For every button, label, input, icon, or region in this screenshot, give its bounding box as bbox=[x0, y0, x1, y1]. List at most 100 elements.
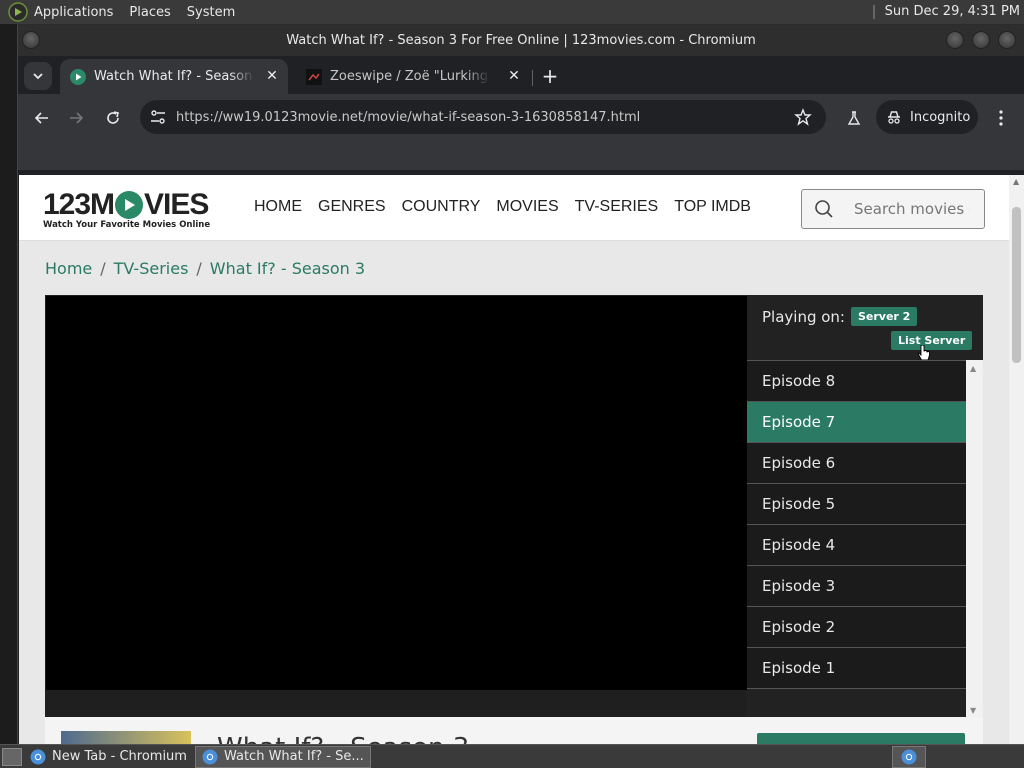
desktop-left-strip bbox=[0, 24, 18, 744]
bookmark-bar bbox=[18, 142, 1024, 170]
taskbar-item-label: Watch What If? - Se... bbox=[223, 749, 364, 764]
close-window-icon[interactable] bbox=[998, 31, 1016, 49]
breadcrumb-tv-series[interactable]: TV-Series bbox=[114, 259, 189, 278]
top-panel: Applications Places System Sun Dec 29, 4… bbox=[0, 0, 1024, 24]
poster-thumbnail[interactable] bbox=[61, 731, 191, 744]
player-container: Playing on: Server 2 List Server Episode… bbox=[45, 295, 983, 717]
search-placeholder: Search movies o bbox=[854, 200, 970, 218]
tab-strip: Watch What If? - Season 3 For Free Onlin… bbox=[18, 56, 1024, 94]
episode-list-scrollbar[interactable]: ▲ ▼ bbox=[966, 360, 983, 717]
nav-top-imdb[interactable]: TOP IMDB bbox=[674, 198, 751, 216]
scroll-up-icon[interactable]: ▲ bbox=[1013, 177, 1019, 186]
site-logo[interactable]: 123M VIES Watch Your Favorite Movies Onl… bbox=[43, 188, 210, 230]
episode-item[interactable]: Episode 6 bbox=[747, 443, 966, 484]
incognito-label: Incognito bbox=[910, 109, 971, 125]
more-vert-icon bbox=[999, 110, 1003, 126]
nav-movies[interactable]: MOVIES bbox=[496, 198, 558, 216]
menu-button[interactable] bbox=[989, 106, 1013, 130]
taskbar-item-label: New Tab - Chromium bbox=[52, 749, 187, 764]
episode-item[interactable]: Episode 2 bbox=[747, 607, 966, 648]
scroll-up-icon[interactable]: ▲ bbox=[970, 364, 976, 373]
incognito-button[interactable]: Incognito bbox=[876, 100, 978, 134]
playing-on: Playing on: Server 2 bbox=[762, 307, 918, 326]
episode-item-active[interactable]: Episode 7 bbox=[747, 402, 966, 443]
play-favicon-icon bbox=[70, 68, 86, 85]
episode-item[interactable]: Episode 1 bbox=[747, 648, 966, 689]
nav-country[interactable]: COUNTRY bbox=[402, 198, 481, 216]
breadcrumb-separator: / bbox=[100, 259, 106, 278]
bottom-taskbar: New Tab - Chromium Watch What If? - Se..… bbox=[0, 744, 1024, 768]
applications-menu[interactable]: Applications bbox=[34, 5, 121, 20]
taskbar-item-watch-what-if[interactable]: Watch What If? - Se... bbox=[194, 745, 371, 768]
episode-item[interactable]: Episode 8 bbox=[747, 361, 966, 402]
minimize-icon[interactable] bbox=[946, 31, 964, 49]
nav-genres[interactable]: GENRES bbox=[318, 198, 386, 216]
tab-search-button[interactable] bbox=[24, 62, 52, 90]
episode-sidebar: Playing on: Server 2 List Server Episode… bbox=[747, 295, 983, 717]
scroll-down-icon[interactable]: ▼ bbox=[970, 706, 976, 715]
show-desktop-icon[interactable] bbox=[2, 747, 22, 766]
tab-separator bbox=[532, 70, 533, 86]
tab-title: Watch What If? - Season 3 For Free Onlin… bbox=[94, 69, 254, 84]
places-menu[interactable]: Places bbox=[129, 5, 178, 20]
movie-info-section: What If? - Season 3 bbox=[45, 717, 983, 744]
chromium-icon bbox=[901, 749, 917, 765]
forward-button[interactable] bbox=[64, 106, 88, 130]
back-button[interactable] bbox=[30, 106, 54, 130]
search-input[interactable]: Search movies o bbox=[801, 189, 985, 229]
episode-list: Episode 8 Episode 7 Episode 6 Episode 5 … bbox=[747, 360, 966, 717]
chromium-icon bbox=[202, 749, 218, 765]
close-tab-icon[interactable]: ✕ bbox=[264, 68, 280, 84]
browser-toolbar: https://ww19.0123movie.net/movie/what-if… bbox=[18, 94, 1024, 142]
episode-item[interactable]: Episode 4 bbox=[747, 525, 966, 566]
tab-title: Zoeswipe / Zoë "Lurking Spy" bbox=[330, 69, 490, 84]
breadcrumb-current[interactable]: What If? - Season 3 bbox=[210, 259, 365, 278]
nav-home[interactable]: HOME bbox=[254, 198, 302, 216]
site-header: 123M VIES Watch Your Favorite Movies Onl… bbox=[19, 175, 1009, 241]
action-button[interactable] bbox=[757, 733, 965, 744]
tab-zoeswipe[interactable]: Zoeswipe / Zoë "Lurking Spy" ✕ bbox=[298, 59, 530, 94]
incognito-icon bbox=[888, 111, 900, 124]
list-server-button[interactable]: List Server bbox=[891, 331, 973, 350]
window-title: Watch What If? - Season 3 For Free Onlin… bbox=[286, 33, 756, 48]
address-bar[interactable]: https://ww19.0123movie.net/movie/what-if… bbox=[140, 100, 826, 134]
video-player[interactable] bbox=[46, 296, 747, 690]
movie-title: What If? - Season 3 bbox=[217, 733, 469, 744]
reload-button[interactable] bbox=[101, 106, 125, 130]
arrow-right-icon bbox=[70, 112, 84, 124]
chromium-icon bbox=[30, 749, 46, 765]
play-icon bbox=[115, 191, 144, 219]
clock[interactable]: Sun Dec 29, 4:31 PM bbox=[885, 4, 1020, 19]
window-menu-icon[interactable] bbox=[22, 31, 40, 49]
logo-text-left: 123M bbox=[43, 188, 115, 221]
logo-tagline: Watch Your Favorite Movies Online bbox=[43, 220, 211, 230]
labs-button[interactable] bbox=[842, 106, 866, 130]
server-badge: Server 2 bbox=[850, 307, 918, 326]
page-scrollbar[interactable]: ▲ bbox=[1009, 175, 1024, 744]
browser-window: Watch What If? - Season 3 For Free Onlin… bbox=[18, 25, 1024, 744]
image-favicon-icon bbox=[306, 68, 322, 85]
url-text[interactable]: https://ww19.0123movie.net/movie/what-if… bbox=[176, 110, 640, 125]
main-nav: HOME GENRES COUNTRY MOVIES TV-SERIES TOP… bbox=[254, 198, 751, 216]
new-tab-button[interactable]: + bbox=[538, 64, 562, 88]
maximize-icon[interactable] bbox=[972, 31, 990, 49]
tab-watch-what-if[interactable]: Watch What If? - Season 3 For Free Onlin… bbox=[60, 59, 288, 94]
scrollbar-thumb[interactable] bbox=[1012, 207, 1021, 363]
bookmark-star-icon[interactable] bbox=[794, 108, 812, 126]
search-icon bbox=[814, 199, 834, 219]
taskbar-item-new-tab[interactable]: New Tab - Chromium bbox=[24, 746, 193, 768]
episode-item[interactable]: Episode 3 bbox=[747, 566, 966, 607]
breadcrumb-separator: / bbox=[196, 259, 202, 278]
episode-item[interactable]: Episode 5 bbox=[747, 484, 966, 525]
chevron-down-icon bbox=[33, 73, 43, 80]
breadcrumb-home[interactable]: Home bbox=[45, 259, 92, 278]
system-menu[interactable]: System bbox=[187, 5, 243, 20]
clock-area: Sun Dec 29, 4:31 PM bbox=[872, 4, 1020, 19]
window-titlebar[interactable]: Watch What If? - Season 3 For Free Onlin… bbox=[18, 25, 1024, 56]
breadcrumb: Home / TV-Series / What If? - Season 3 bbox=[45, 259, 365, 278]
workspace-switcher[interactable] bbox=[892, 746, 926, 768]
gnome-foot-icon[interactable] bbox=[8, 2, 28, 22]
close-tab-icon[interactable]: ✕ bbox=[506, 68, 522, 84]
nav-tv-series[interactable]: TV-SERIES bbox=[575, 198, 659, 216]
site-settings-icon[interactable] bbox=[148, 107, 168, 127]
